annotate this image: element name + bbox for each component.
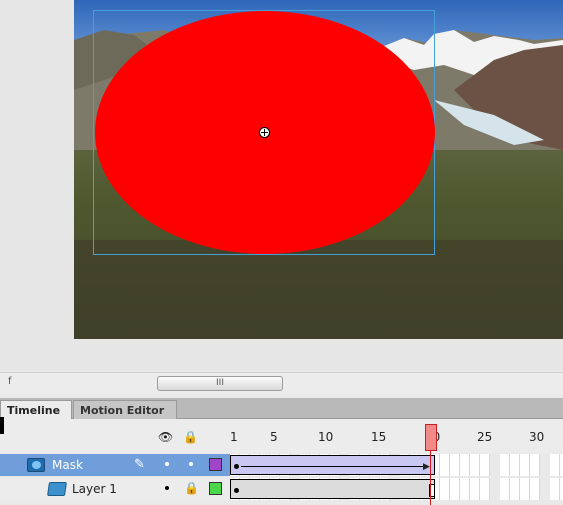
layer-name[interactable]: Mask — [52, 458, 83, 472]
outline-icon[interactable] — [0, 417, 4, 434]
keyframe-dot[interactable] — [234, 464, 239, 469]
frame-cells[interactable]: ▶ — [230, 454, 563, 476]
scrollbar-thumb[interactable]: III — [157, 376, 283, 391]
registration-point-icon[interactable] — [259, 127, 270, 138]
tab-motion-editor[interactable]: Motion Editor — [73, 400, 177, 419]
pencil-icon: ✎ — [134, 457, 145, 472]
layer-name[interactable]: Layer 1 — [72, 482, 117, 496]
layer-info-mask[interactable]: Mask ✎ — [0, 454, 230, 476]
layer-info-layer-1[interactable]: Layer 1 🔒 — [0, 478, 230, 500]
visibility-toggle[interactable] — [165, 486, 169, 490]
ruler-label-10: 10 — [318, 430, 334, 444]
frame-cell-marker — [540, 478, 550, 500]
outline-color-swatch[interactable] — [209, 458, 222, 471]
stage-area[interactable] — [0, 0, 563, 370]
scrollbar-label: f — [8, 376, 12, 387]
ruler-label-5: 5 — [270, 430, 278, 444]
frame-cell-marker — [540, 454, 550, 476]
motion-tween-span[interactable]: ▶ — [230, 455, 435, 475]
playhead[interactable] — [425, 424, 437, 451]
tween-arrow-head: ▶ — [423, 462, 430, 472]
layer-row-layer-1[interactable]: Layer 1 🔒 — [0, 478, 563, 500]
lock-icon[interactable]: 🔒 — [184, 481, 199, 495]
timeline-header: 👁 🔒 1 5 10 15 20 25 30 — [0, 417, 563, 453]
ruler-label-1: 1 — [230, 430, 238, 444]
keyframe-dot[interactable] — [234, 488, 239, 493]
visibility-toggle[interactable] — [165, 462, 169, 466]
frame-ruler[interactable]: 1 5 10 15 20 25 30 — [230, 419, 563, 453]
layer-row-mask[interactable]: Mask ✎ ▶ — [0, 454, 563, 476]
lock-icon[interactable]: 🔒 — [183, 430, 198, 444]
panel-tab-bar: Timeline Motion Editor — [0, 398, 563, 419]
ruler-label-15: 15 — [371, 430, 387, 444]
frame-cell-marker — [490, 478, 500, 500]
eye-icon[interactable]: 👁 — [158, 430, 173, 444]
frame-cell-marker — [490, 454, 500, 476]
ruler-label-30: 30 — [529, 430, 545, 444]
frame-cells[interactable] — [230, 478, 563, 500]
playhead-line — [430, 451, 431, 505]
ruler-label-25: 25 — [477, 430, 493, 444]
horizontal-scrollbar[interactable]: f III — [0, 372, 563, 394]
static-frame-span[interactable] — [230, 479, 435, 499]
lock-toggle[interactable] — [189, 462, 193, 466]
outline-color-swatch[interactable] — [209, 482, 222, 495]
mask-layer-icon — [27, 458, 45, 472]
tween-arrow — [241, 466, 427, 467]
masked-layer-icon — [47, 482, 67, 496]
tab-timeline[interactable]: Timeline — [0, 400, 72, 419]
